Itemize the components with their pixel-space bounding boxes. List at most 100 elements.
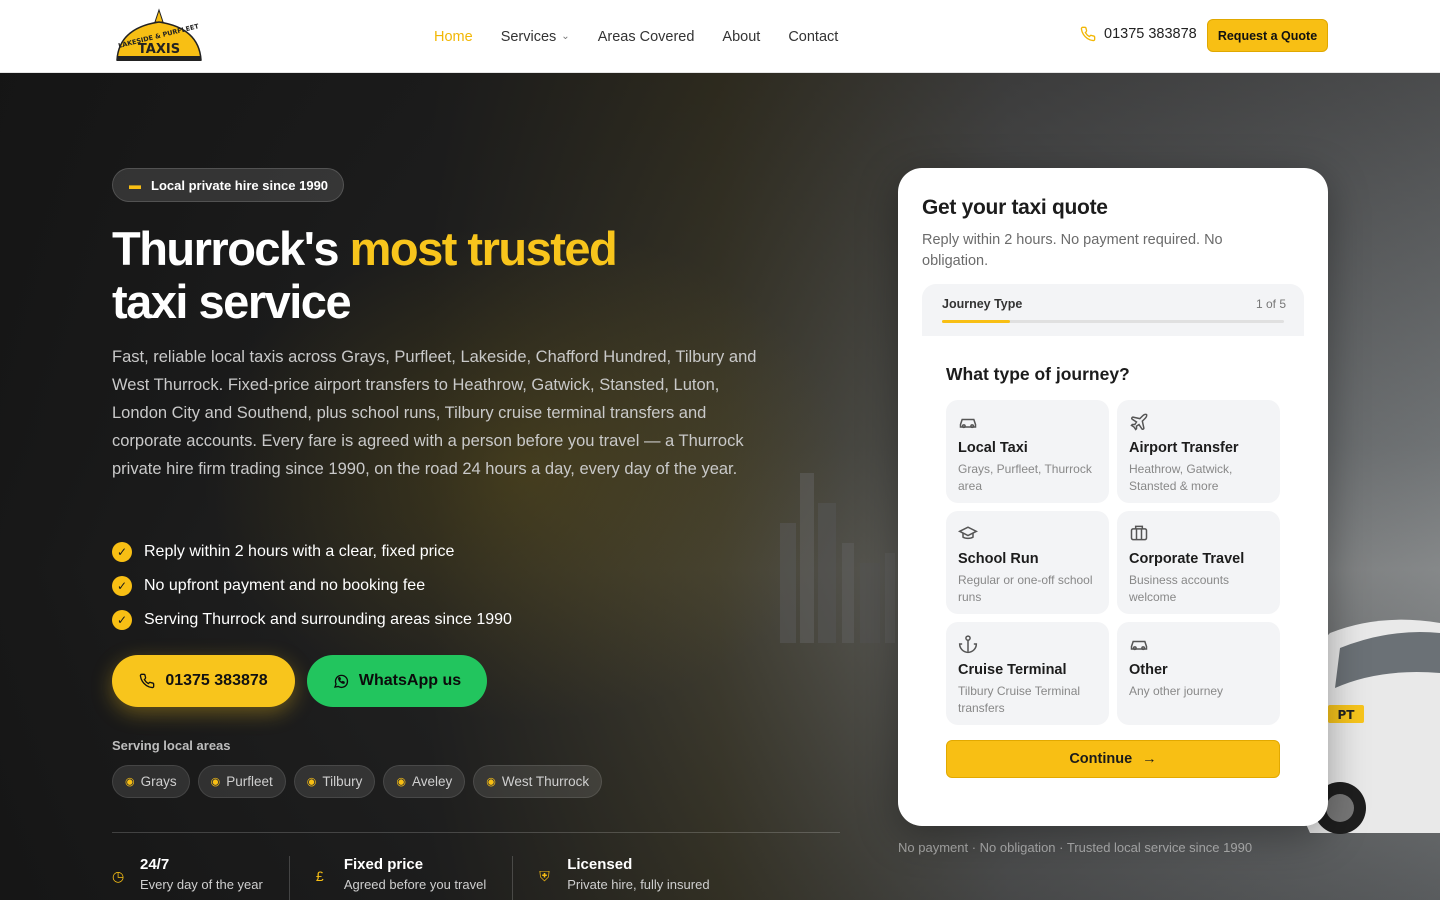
nav-about[interactable]: About xyxy=(722,29,760,45)
plane-icon xyxy=(1130,413,1148,431)
area-chip[interactable]: ◉ Aveley xyxy=(383,765,466,798)
arrow-right-icon: → xyxy=(1142,751,1157,767)
header-phone-link[interactable]: 01375 383878 xyxy=(1080,26,1197,42)
svg-text:PT: PT xyxy=(1338,708,1356,722)
call-phone-label: 01375 383878 xyxy=(165,672,268,689)
city-skyline-image xyxy=(780,473,895,643)
option-title: Corporate Travel xyxy=(1129,551,1245,567)
pound-icon: £ xyxy=(315,868,324,884)
option-desc: Regular or one-off school runs xyxy=(958,573,1093,604)
area-chip[interactable]: ◉ Tilbury xyxy=(293,765,376,798)
benefit-text: Reply within 2 hours with a clear, fixed… xyxy=(144,543,455,560)
map-pin-icon: ◉ xyxy=(306,776,317,788)
hero-title: Thurrock's most trusted taxi service xyxy=(112,222,812,328)
continue-button[interactable]: Continue → xyxy=(946,740,1280,778)
nav-areas-covered[interactable]: Areas Covered xyxy=(598,29,695,45)
stat-item: £ Fixed price Agreed before you travel xyxy=(315,856,514,900)
option-title: School Run xyxy=(958,551,1039,567)
phone-icon xyxy=(140,673,155,689)
phone-icon xyxy=(1080,26,1096,42)
hero-lead-paragraph: Fast, reliable local taxis across Grays,… xyxy=(112,348,757,478)
option-desc: Tilbury Cruise Terminal transfers xyxy=(958,684,1081,715)
nav-services-label: Services xyxy=(500,28,557,45)
hero-title-highlight: most trusted xyxy=(349,222,618,275)
company-logo[interactable]: LAKESIDE & PURFLEET TAXIS xyxy=(113,8,205,64)
area-chip-label: Purfleet xyxy=(226,774,273,789)
hero-benefits-list: ✓ Reply within 2 hours with a clear, fixe… xyxy=(112,535,512,637)
area-chip-label: Aveley xyxy=(412,774,453,789)
map-pin-icon: ◉ xyxy=(486,776,496,788)
map-pin-icon: ◉ xyxy=(396,776,406,788)
progress-fill xyxy=(942,320,1011,323)
areas-chip-list: ◉ Grays ◉ Purfleet ◉ Tilbury ◉ Aveley ◉ West … xyxy=(112,765,603,798)
benefit-text: No upfront payment and no booking fee xyxy=(144,577,426,594)
benefit-item: ✓ Serving Thurrock and surrounding areas … xyxy=(112,603,512,637)
stats-row: ◷ 24/7 Every day of the year £ Fixed pric… xyxy=(112,856,762,900)
benefit-item: ✓ No upfront payment and no booking fee xyxy=(112,569,512,603)
svg-text:TAXIS: TAXIS xyxy=(138,42,180,57)
option-title: Cruise Terminal xyxy=(958,662,1067,678)
option-desc: Grays, Purfleet, Thurrock area xyxy=(958,462,1092,493)
area-chip-label: Tilbury xyxy=(322,774,363,789)
journey-option-school-run[interactable]: School Run Regular or one-off school run… xyxy=(946,511,1109,614)
form-progress: Journey Type 1 of 5 xyxy=(922,284,1304,336)
header-phone-number: 01375 383878 xyxy=(1104,26,1197,42)
anchor-icon xyxy=(958,635,978,653)
progress-label: Journey Type xyxy=(942,297,1023,311)
hero-title-part2: taxi service xyxy=(112,275,352,328)
hero-badge: ▬ Local private hire since 1990 xyxy=(112,168,344,202)
nav-services[interactable]: Services ⌄ xyxy=(501,29,570,45)
stat-item: ◷ 24/7 Every day of the year xyxy=(112,856,290,900)
nav-home[interactable]: Home xyxy=(434,29,473,45)
stat-item: ⛨ Licensed Private hire, fully insured xyxy=(539,856,735,900)
area-chip-label: Grays xyxy=(140,774,177,789)
car-icon xyxy=(959,418,977,429)
option-title: Airport Transfer xyxy=(1129,440,1239,456)
check-icon: ✓ xyxy=(112,542,132,562)
area-chip[interactable]: ◉ Purfleet xyxy=(197,765,286,798)
progress-track xyxy=(942,320,1284,323)
chevron-down-icon: ⌄ xyxy=(561,31,570,42)
quote-title: Get your taxi quote xyxy=(922,196,1108,219)
whatsapp-label: WhatsApp us xyxy=(358,672,462,689)
progress-step: 1 of 5 xyxy=(1255,297,1286,311)
hero-badge-text: Local private hire since 1990 xyxy=(151,177,329,193)
check-icon: ✓ xyxy=(112,610,132,630)
nav-contact[interactable]: Contact xyxy=(788,29,838,45)
car-icon: ▬ xyxy=(129,178,141,192)
request-quote-button[interactable]: Request a Quote xyxy=(1207,19,1328,52)
call-phone-button[interactable]: 01375 383878 xyxy=(112,655,295,707)
clock-icon: ◷ xyxy=(112,868,125,884)
shield-icon: ⛨ xyxy=(539,868,550,884)
graduation-cap-icon xyxy=(958,526,978,540)
area-chip[interactable]: ◉ West Thurrock xyxy=(473,765,603,798)
main-nav: Home Services ⌄ Areas Covered About Conta… xyxy=(434,0,866,73)
option-desc: Any other journey xyxy=(1129,684,1224,698)
whatsapp-button[interactable]: WhatsApp us xyxy=(307,655,487,707)
map-pin-icon: ◉ xyxy=(125,776,135,788)
benefit-text: Serving Thurrock and surrounding areas s… xyxy=(144,611,512,628)
car-icon xyxy=(1130,640,1148,651)
area-chip-label: West Thurrock xyxy=(501,774,590,789)
stat-title: Licensed xyxy=(567,856,633,873)
stat-title: Fixed price xyxy=(343,856,424,873)
option-title: Other xyxy=(1129,662,1168,678)
continue-label: Continue xyxy=(1069,751,1133,767)
map-pin-icon: ◉ xyxy=(210,776,221,788)
journey-option-cruise[interactable]: Cruise Terminal Tilbury Cruise Terminal … xyxy=(946,622,1109,725)
site-header: LAKESIDE & PURFLEET TAXIS Home Services ⌄… xyxy=(0,0,1440,73)
option-title: Local Taxi xyxy=(958,440,1028,456)
quote-form-card: Get your taxi quote Reply within 2 hours… xyxy=(898,168,1328,826)
stats-divider xyxy=(112,832,840,833)
journey-option-airport[interactable]: Airport Transfer Heathrow, Gatwick, Stan… xyxy=(1117,400,1280,503)
area-chip[interactable]: ◉ Grays xyxy=(112,765,190,798)
briefcase-icon xyxy=(1130,525,1148,541)
stat-sub: Agreed before you travel xyxy=(343,877,487,892)
journey-option-corporate[interactable]: Corporate Travel Business accounts welco… xyxy=(1117,511,1280,614)
whatsapp-icon xyxy=(333,674,349,688)
journey-option-local-taxi[interactable]: Local Taxi Grays, Purfleet, Thurrock are… xyxy=(946,400,1109,503)
check-icon: ✓ xyxy=(112,576,132,596)
quote-subtitle: Reply within 2 hours. No payment require… xyxy=(922,232,1223,269)
stat-sub: Private hire, fully insured xyxy=(567,877,710,892)
journey-option-other[interactable]: Other Any other journey xyxy=(1117,622,1280,725)
